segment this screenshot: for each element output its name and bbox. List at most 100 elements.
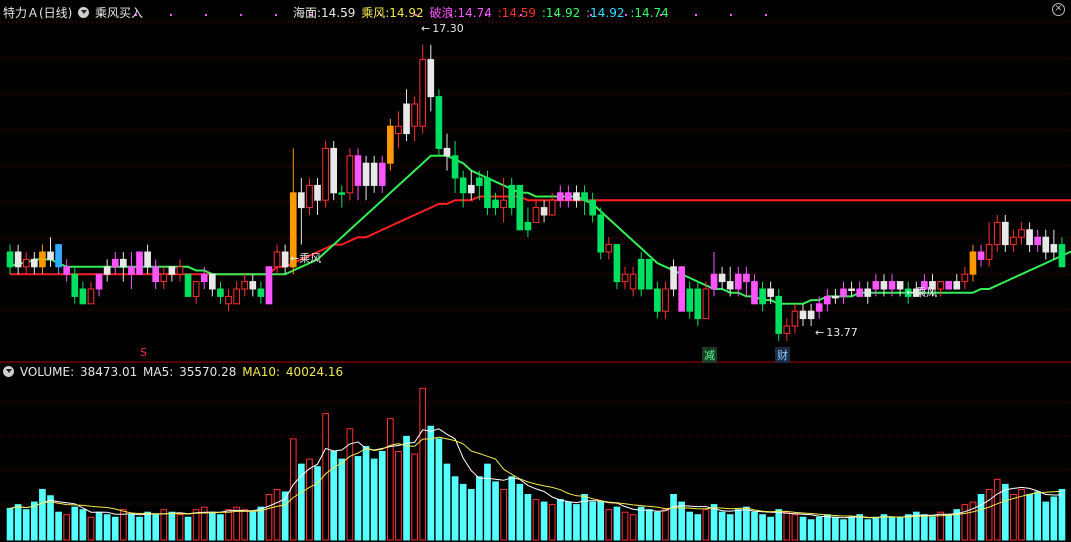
candle-body bbox=[403, 103, 410, 135]
volume-bar bbox=[273, 488, 281, 541]
candle-body bbox=[257, 288, 265, 297]
candle-body bbox=[872, 281, 880, 290]
candle-body bbox=[233, 288, 240, 305]
candle-body bbox=[111, 258, 119, 268]
candle-body bbox=[387, 125, 394, 164]
volume-bar bbox=[500, 488, 507, 541]
candle-body bbox=[119, 258, 127, 268]
candle-body bbox=[654, 288, 661, 312]
candle-body bbox=[306, 184, 313, 209]
candle-body bbox=[1018, 229, 1025, 238]
volume-bar bbox=[1010, 493, 1017, 541]
candle-body bbox=[298, 192, 305, 209]
indicator-name[interactable]: 乘风买入 bbox=[95, 6, 143, 20]
volume-bar bbox=[540, 501, 548, 541]
candle-body bbox=[540, 207, 548, 216]
stock-chart[interactable] bbox=[0, 0, 1071, 542]
volume-bar bbox=[338, 458, 346, 541]
candle-body bbox=[1010, 236, 1017, 246]
candle-body bbox=[1001, 221, 1009, 246]
candle-body bbox=[953, 281, 961, 290]
candle-body bbox=[225, 295, 232, 305]
volume-bar bbox=[880, 514, 888, 541]
candle-body bbox=[726, 281, 734, 290]
candle-body bbox=[346, 155, 354, 194]
candle-body bbox=[71, 273, 79, 297]
signal-dot bbox=[730, 14, 732, 16]
candle-body bbox=[395, 125, 402, 135]
volume-value: 38473.01 bbox=[79, 365, 138, 379]
candle-body bbox=[354, 155, 362, 186]
candle-body bbox=[815, 303, 823, 312]
volume-bar bbox=[63, 514, 71, 541]
volume-bar bbox=[645, 509, 653, 541]
volume-bar bbox=[654, 511, 661, 541]
candle-body bbox=[823, 295, 831, 305]
candle-body bbox=[1050, 244, 1058, 253]
candle-body bbox=[516, 184, 524, 231]
volume-bar bbox=[30, 501, 38, 541]
signal-dot bbox=[275, 14, 277, 16]
volume-bar bbox=[710, 504, 718, 541]
volume-bar bbox=[532, 499, 540, 541]
candle-body bbox=[694, 288, 702, 320]
marker-cai[interactable]: 财 bbox=[775, 347, 790, 363]
candle-body bbox=[370, 162, 378, 186]
volume-bar bbox=[573, 504, 580, 541]
candle-body bbox=[87, 288, 95, 305]
volume-bar bbox=[856, 514, 863, 541]
volume-bar bbox=[921, 514, 928, 541]
candle-body bbox=[1058, 244, 1066, 268]
candle-body bbox=[565, 192, 572, 201]
volume-bar bbox=[387, 418, 394, 541]
volume-bar bbox=[791, 514, 799, 541]
volume-bar bbox=[6, 507, 14, 541]
volume-bar bbox=[152, 514, 160, 541]
volume-bar bbox=[467, 488, 475, 541]
volume-bar bbox=[799, 516, 807, 541]
candle-body bbox=[95, 273, 103, 290]
volume-bar bbox=[621, 511, 629, 541]
candle-body bbox=[993, 221, 1001, 246]
volume-bar bbox=[306, 458, 313, 541]
candle-body bbox=[613, 244, 621, 283]
candle-body bbox=[55, 244, 62, 268]
volume-bar bbox=[241, 509, 249, 541]
volume-bar bbox=[257, 506, 265, 541]
volume-bar bbox=[378, 451, 386, 541]
marker-jian[interactable]: 减 bbox=[702, 347, 717, 363]
volume-bar bbox=[734, 509, 742, 541]
volume-bar bbox=[929, 516, 936, 541]
stock-title[interactable]: 特力Ａ(日线) bbox=[3, 6, 72, 20]
candle-body bbox=[597, 214, 605, 253]
indicator-dropdown-icon[interactable] bbox=[78, 7, 90, 18]
candle-body bbox=[330, 147, 338, 194]
volume-bar bbox=[451, 476, 459, 541]
volume-bar bbox=[217, 514, 224, 541]
volume-bar bbox=[411, 453, 418, 541]
candle-body bbox=[581, 192, 588, 201]
candle-body bbox=[556, 192, 564, 201]
candle-body bbox=[459, 177, 467, 194]
signal-dot bbox=[240, 14, 242, 16]
candle-body bbox=[896, 281, 904, 290]
candle-body bbox=[759, 288, 766, 305]
ma5-value: 35570.28 bbox=[179, 365, 237, 379]
volume-bar bbox=[362, 445, 370, 541]
candle-body bbox=[314, 184, 321, 201]
candle-body bbox=[840, 288, 847, 297]
candle-body bbox=[710, 273, 718, 290]
candle-body bbox=[856, 288, 863, 297]
candle-body bbox=[136, 251, 143, 275]
volume-dropdown-icon[interactable] bbox=[3, 366, 14, 377]
volume-bar bbox=[1042, 501, 1050, 541]
marker-s[interactable]: S bbox=[138, 346, 149, 359]
volume-bar bbox=[184, 516, 192, 541]
close-icon[interactable]: ✕ bbox=[1052, 3, 1065, 16]
volume-bar bbox=[459, 483, 467, 541]
candle-body bbox=[103, 266, 111, 275]
candle-body bbox=[880, 281, 888, 290]
candle-body bbox=[848, 288, 855, 291]
volume-bar bbox=[492, 481, 499, 541]
candle-body bbox=[476, 177, 483, 186]
